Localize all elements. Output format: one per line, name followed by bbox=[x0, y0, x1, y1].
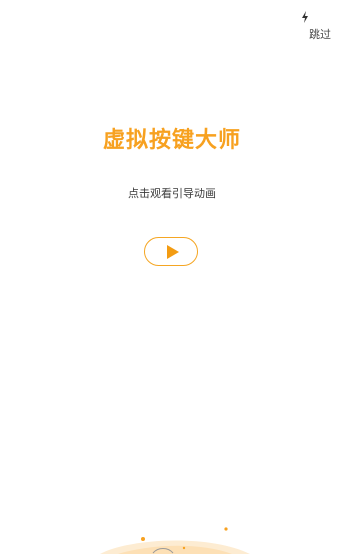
bottom-decoration bbox=[100, 527, 250, 554]
app-title: 虚拟按键大师 bbox=[102, 128, 241, 153]
play-icon bbox=[166, 244, 179, 259]
splash-screen: 跳过 虚拟按键大师 点击观看引导动画 bbox=[0, 0, 344, 554]
play-guide-button[interactable] bbox=[144, 237, 198, 266]
lightning-icon bbox=[302, 11, 308, 23]
guide-hint-text: 点击观看引导动画 bbox=[128, 187, 216, 200]
skip-button[interactable]: 跳过 bbox=[309, 28, 331, 42]
